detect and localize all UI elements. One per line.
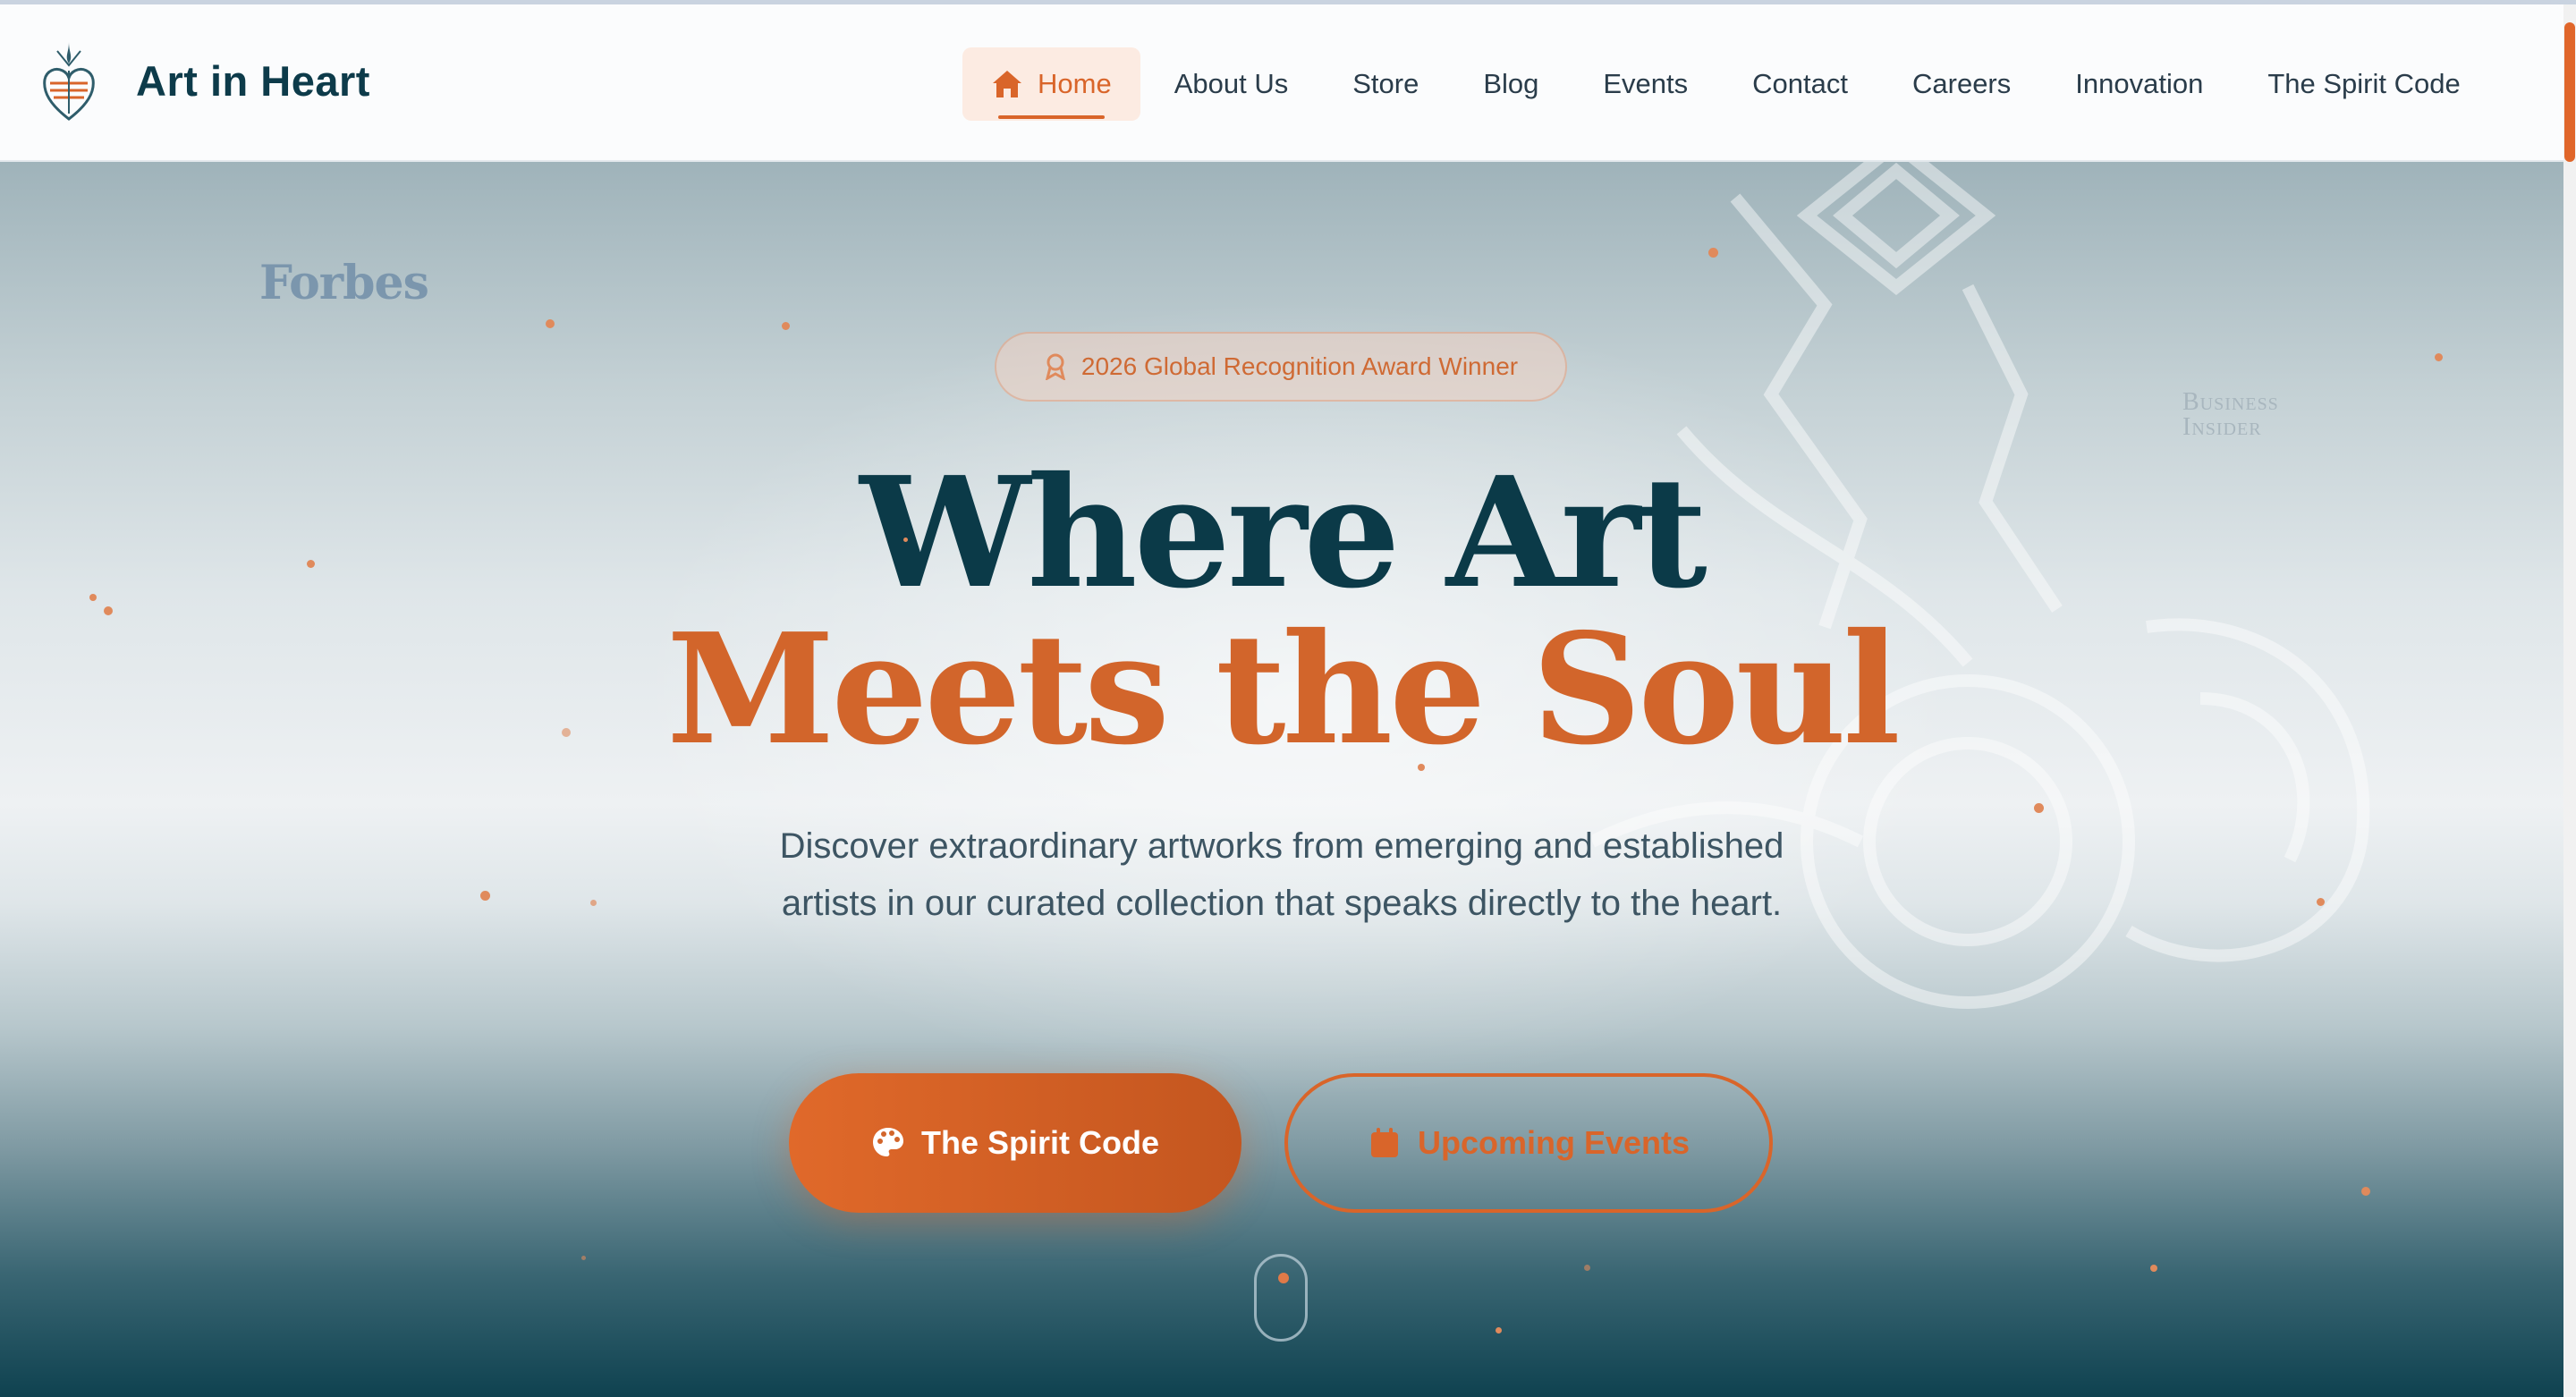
award-badge-label: 2026 Global Recognition Award Winner xyxy=(1080,352,1519,380)
particle-dot xyxy=(2317,898,2325,906)
nav-item-blog[interactable]: Blog xyxy=(1451,47,1571,121)
scroll-down-indicator[interactable] xyxy=(1254,1254,1308,1342)
nav-item-store[interactable]: Store xyxy=(1320,47,1451,121)
particle-dot xyxy=(562,728,571,737)
page: Art in Heart Home About Us Store Blog Ev… xyxy=(0,0,2576,1397)
hero-section: Forbes Business Insider 2026 Global Reco… xyxy=(0,162,2563,1397)
nav-item-careers[interactable]: Careers xyxy=(1880,47,2043,121)
hero-title-line2: Meets the Soul xyxy=(666,600,1901,779)
particle-dot xyxy=(782,322,790,330)
brand[interactable]: Art in Heart xyxy=(39,38,370,123)
home-icon xyxy=(993,71,1021,97)
scroll-dot xyxy=(1278,1273,1289,1283)
particle-dot xyxy=(581,1256,586,1260)
particle-dot xyxy=(1418,764,1425,771)
particle-dot xyxy=(307,560,315,568)
particle-dot xyxy=(590,900,597,906)
upcoming-events-button-label: Upcoming Events xyxy=(1417,1124,1690,1161)
upcoming-events-button[interactable]: Upcoming Events xyxy=(1284,1073,1773,1213)
particle-dot xyxy=(903,538,908,542)
site-header: Art in Heart Home About Us Store Blog Ev… xyxy=(0,4,2563,162)
nav-item-innovation[interactable]: Innovation xyxy=(2043,47,2235,121)
nav-item-events[interactable]: Events xyxy=(1571,47,1720,121)
particle-dot xyxy=(1708,248,1718,258)
nav-item-about-us[interactable]: About Us xyxy=(1142,47,1321,121)
particle-dot xyxy=(2435,353,2443,361)
press-logo-forbes: Forbes xyxy=(259,256,429,310)
hero-subtitle: Discover extraordinary artworks from eme… xyxy=(779,826,1784,923)
particle-dot xyxy=(546,319,555,328)
nav-item-home[interactable]: Home xyxy=(962,47,1140,121)
award-icon xyxy=(1045,353,1065,380)
palette-icon xyxy=(872,1128,903,1156)
heart-emblem-logo-icon xyxy=(43,42,95,121)
scrollbar-thumb[interactable] xyxy=(2564,22,2575,162)
particle-dot xyxy=(104,606,113,615)
particle-dot xyxy=(1584,1265,1590,1271)
particle-dot xyxy=(2361,1187,2370,1196)
press-logo-line: Insider xyxy=(2182,413,2262,441)
particle-dot xyxy=(2034,803,2044,813)
particle-dot xyxy=(1496,1327,1502,1334)
brand-name: Art in Heart xyxy=(136,56,370,105)
press-logo-business-insider: Business Insider xyxy=(2182,390,2279,440)
nav-item-label: Home xyxy=(1038,68,1112,99)
spirit-code-button[interactable]: The Spirit Code xyxy=(789,1073,1241,1213)
particle-dot xyxy=(480,891,490,901)
nav-item-contact[interactable]: Contact xyxy=(1720,47,1880,121)
hero-title-line1: Where Art xyxy=(860,444,1707,622)
nav-item-spirit-code[interactable]: The Spirit Code xyxy=(2235,47,2492,121)
press-logo-line: Business xyxy=(2182,388,2279,416)
page-scrollbar[interactable] xyxy=(2563,4,2576,1397)
particle-dot xyxy=(89,594,97,601)
main-nav: Home About Us Store Blog Events Contact … xyxy=(962,47,2493,121)
award-badge: 2026 Global Recognition Award Winner xyxy=(995,332,1567,402)
particle-dot xyxy=(2150,1265,2157,1272)
calendar-icon xyxy=(1370,1128,1398,1157)
spirit-code-button-label: The Spirit Code xyxy=(920,1124,1159,1161)
